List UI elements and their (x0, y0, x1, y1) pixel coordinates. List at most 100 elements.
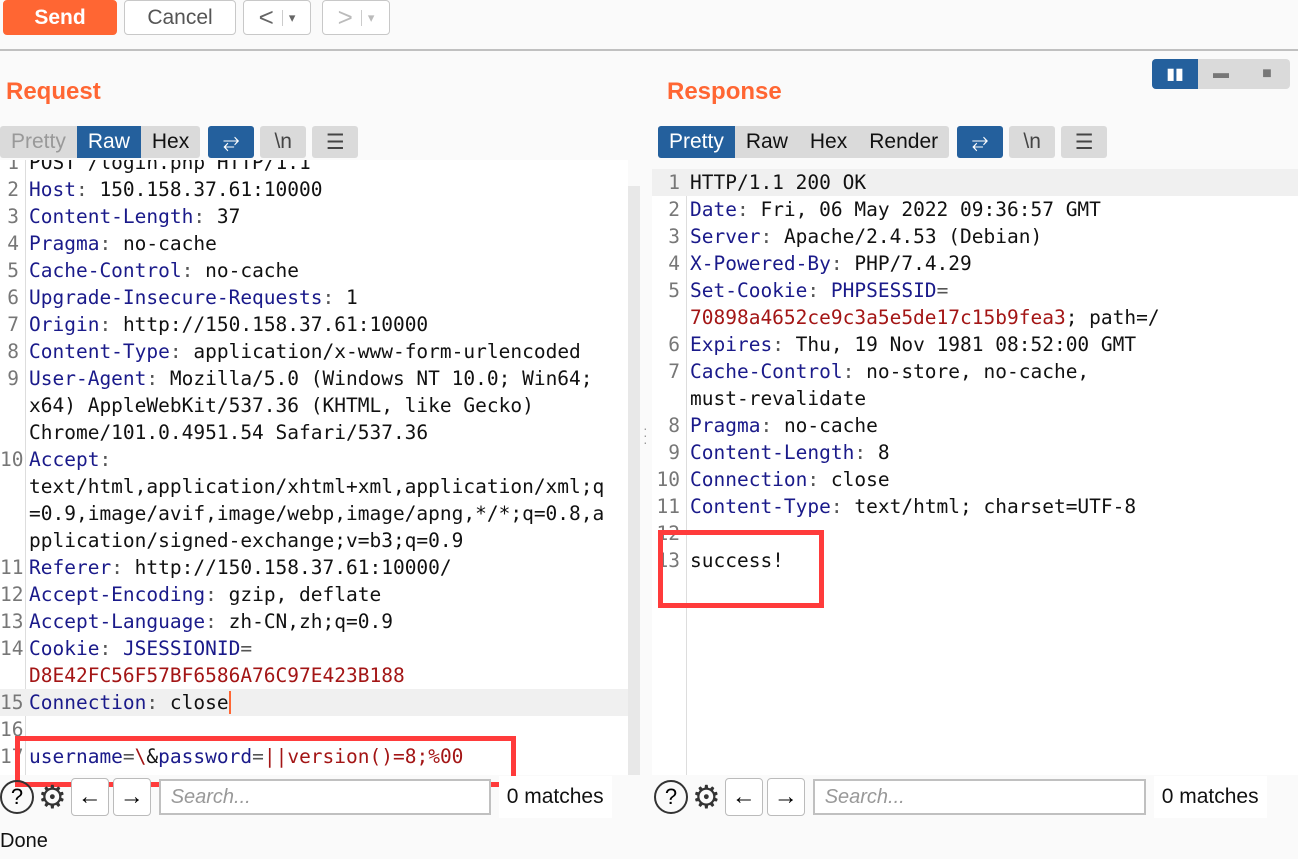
code-line: 10 Connection: close (652, 466, 1298, 493)
code-token: Apache/2.4.53 (Debian) (783, 225, 1043, 248)
code-token: Server (690, 225, 761, 248)
wrap-icon[interactable]: ⥂ (208, 126, 255, 158)
code-token: Cache-Control (29, 259, 182, 282)
match-count: 0 matches (498, 776, 612, 818)
line-number: 2 (668, 198, 680, 221)
code-token: Pragma (29, 232, 100, 255)
tab-raw[interactable]: Raw (76, 126, 141, 158)
code-line: 12 Accept-Encoding: gzip, deflate (0, 581, 628, 608)
code-token: x64) AppleWebKit/537.36 (KHTML, like Gec… (29, 394, 534, 417)
code-line: 2 Date: Fri, 06 May 2022 09:36:57 GMT (652, 196, 1298, 223)
code-line: 7 Cache-Control: no-store, no-cache, (652, 358, 1298, 385)
line-number: 10 (656, 468, 680, 491)
code-token: : (322, 286, 346, 309)
splitter-handle[interactable]: · · · (643, 421, 648, 449)
help-icon[interactable]: ? (654, 780, 688, 814)
code-token: POST /login.php HTTP/1.1 (29, 160, 311, 174)
request-search-bar: ? ⚙ ← → Search... 0 matches (0, 776, 612, 818)
forward-button[interactable]: > ▾ (322, 0, 390, 35)
code-line: 8 Content-Type: application/x-www-form-ur… (0, 338, 628, 365)
code-token: no-cache (122, 232, 217, 255)
search-input[interactable]: Search... (158, 779, 491, 815)
tab-raw[interactable]: Raw (735, 126, 799, 158)
request-editor[interactable]: 1 POST /login.php HTTP/1.1 2 Host: 150.158.… (0, 160, 628, 775)
code-token: : (205, 610, 229, 633)
tab-hex[interactable]: Hex (141, 126, 200, 158)
response-editor[interactable]: 1 HTTP/1.1 200 OK 2 Date: Fri, 06 May 2022 … (652, 169, 1298, 775)
menu-icon[interactable]: ☰ (1061, 126, 1108, 158)
code-token: no-cache (205, 259, 300, 282)
line-number: 12 (0, 583, 24, 606)
line-number: 2 (7, 178, 19, 201)
menu-icon[interactable]: ☰ (312, 126, 359, 158)
code-token: Expires (690, 333, 773, 356)
code-line: 6 Expires: Thu, 19 Nov 1981 08:52:00 GMT (652, 331, 1298, 358)
prev-match-button[interactable]: ← (724, 778, 763, 816)
line-number: 9 (668, 441, 680, 464)
line-number: 14 (0, 637, 24, 660)
split-vertical-icon[interactable]: ▬ (1198, 59, 1244, 89)
newline-toggle[interactable]: \n (1009, 126, 1056, 158)
divider (0, 49, 1298, 51)
code-token: Date (690, 198, 737, 221)
code-token: : (99, 448, 112, 471)
code-token: Content-Length (29, 205, 194, 228)
code-token: no-cache (783, 414, 878, 437)
code-token: : (75, 178, 100, 201)
back-button[interactable]: < ▾ (243, 0, 311, 35)
code-token: Accept-Encoding (29, 583, 206, 606)
tab-hex[interactable]: Hex (799, 126, 858, 158)
line-number: 6 (7, 286, 19, 309)
code-token: 37 (216, 205, 241, 228)
next-match-button[interactable]: → (766, 778, 805, 816)
help-icon[interactable]: ? (0, 780, 34, 814)
request-scrollbar[interactable] (628, 186, 640, 775)
code-token: =0.9,image/avif,image/webp,image/apng,*/… (29, 502, 605, 525)
cancel-button[interactable]: Cancel (124, 0, 236, 35)
next-match-button[interactable]: → (112, 778, 151, 816)
tab-pretty[interactable]: Pretty (0, 126, 77, 158)
code-token: 150.158.37.61:10000 (99, 178, 323, 201)
forward-arrow-icon: > (337, 2, 353, 32)
split-horizontal-icon[interactable]: ▮▮ (1152, 59, 1198, 89)
code-token: D8E42FC56F57BF6586A76C97E423B188 (29, 664, 405, 687)
code-line: 11 Referer: http://150.158.37.61:10000/ (0, 554, 628, 581)
tab-render[interactable]: Render (858, 126, 949, 158)
line-number: 5 (668, 279, 680, 302)
gear-icon[interactable]: ⚙ (692, 778, 721, 816)
line-number: 7 (7, 313, 19, 336)
code-token: : (146, 367, 170, 390)
code-token: 1 (345, 286, 358, 309)
code-line: x64) AppleWebKit/537.36 (KHTML, like Gec… (0, 392, 628, 419)
tab-pretty[interactable]: Pretty (658, 126, 735, 158)
chevron-down-icon[interactable]: ▾ (360, 9, 374, 26)
code-token: gzip, deflate (228, 583, 382, 606)
code-line: 8 Pragma: no-cache (652, 412, 1298, 439)
line-number: 7 (668, 360, 680, 383)
wrap-icon[interactable]: ⥂ (957, 126, 1004, 158)
prev-match-button[interactable]: ← (70, 778, 109, 816)
code-token: Chrome/101.0.4951.54 Safari/537.36 (29, 421, 429, 444)
code-token: PHPSESSID (830, 279, 937, 302)
code-token: application/x-www-form-urlencoded (193, 340, 581, 363)
code-token: Cache-Control (690, 360, 843, 383)
code-token: text/html,application/xhtml+xml,applicat… (29, 475, 605, 498)
gear-icon[interactable]: ⚙ (38, 778, 67, 816)
line-number: 3 (7, 205, 19, 228)
single-pane-icon[interactable]: ■ (1244, 59, 1290, 89)
layout-switcher[interactable]: ▮▮ ▬ ■ (1152, 59, 1290, 89)
code-token: = (240, 637, 253, 660)
send-button[interactable]: Send (3, 0, 117, 35)
highlight-box (658, 530, 824, 608)
code-line: 15 Connection: close (0, 689, 628, 716)
line-number: 10 (0, 448, 24, 471)
code-line: 4 X-Powered-By: PHP/7.4.29 (652, 250, 1298, 277)
code-token: 70898a4652ce9c3a5e5de17c15b9fea3 (690, 306, 1066, 329)
code-line: 6 Upgrade-Insecure-Requests: 1 (0, 284, 628, 311)
newline-toggle[interactable]: \n (260, 126, 307, 158)
search-input[interactable]: Search... (812, 779, 1146, 815)
code-token: Pragma (690, 414, 761, 437)
code-token: : (760, 414, 784, 437)
line-number: 1 (7, 160, 19, 174)
chevron-down-icon[interactable]: ▾ (281, 9, 295, 26)
